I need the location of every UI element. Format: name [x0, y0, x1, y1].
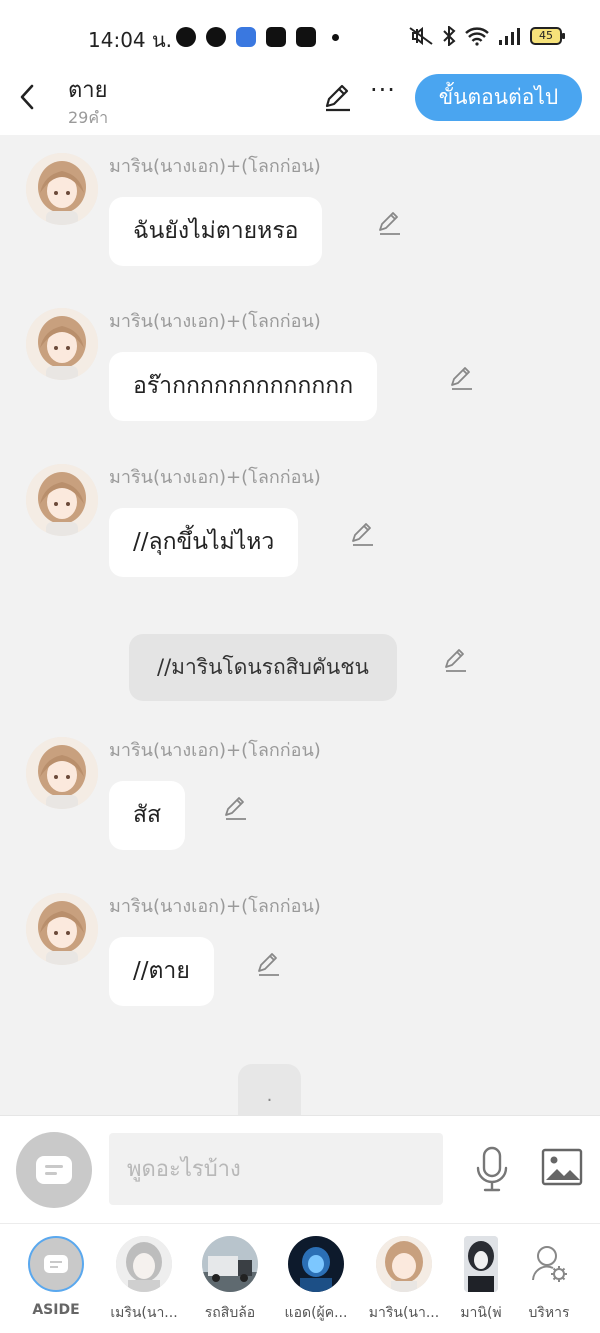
aside-toggle-button[interactable]	[16, 1132, 92, 1208]
character-label: มาริน(นา...	[368, 1305, 440, 1321]
edit-message-icon[interactable]	[377, 210, 403, 236]
back-arrow-icon[interactable]	[14, 82, 42, 112]
facebook-icon	[296, 27, 316, 47]
narration-bubble[interactable]: //มารินโดนรถสิบคันชน	[129, 634, 397, 701]
notification-icons	[176, 27, 339, 47]
chat-bubble-icon	[36, 1156, 72, 1184]
mute-icon	[409, 26, 433, 46]
character-label: บริหาร	[528, 1305, 570, 1321]
character-aside[interactable]: ASIDE	[16, 1236, 96, 1318]
character-label: รถสิบล้อ	[204, 1305, 256, 1321]
character-label: ASIDE	[32, 1302, 80, 1318]
word-count: 29คำ	[68, 108, 109, 127]
chat-header: ตาย 29คำ ··· ขั้นตอนต่อไป	[0, 72, 600, 135]
message-bubble[interactable]: อร๊ากกกกกกกกกกกกก	[109, 352, 378, 421]
line-icon	[176, 27, 196, 47]
image-upload-icon[interactable]	[541, 1148, 583, 1186]
character-selector: ASIDE เมริน(นา... รถสิบล้อ แอด(ผู้ค... ม…	[0, 1223, 600, 1333]
chat-area[interactable]: มาริน(นางเอก)+(โลกก่อน) ฉันยังไม่ตายหรอ …	[0, 135, 600, 1115]
bluetooth-icon	[443, 26, 456, 46]
character-label: เมริน(นา...	[110, 1305, 178, 1321]
more-options-icon[interactable]: ···	[370, 76, 396, 104]
system-icons: 45	[408, 26, 565, 46]
more-notifications-dot	[332, 33, 339, 41]
character-avatar	[288, 1236, 344, 1292]
messenger-icon	[206, 27, 226, 47]
character-avatar	[376, 1236, 432, 1292]
sender-name: มาริน(นางเอก)+(โลกก่อน)	[109, 896, 321, 917]
avatar[interactable]	[26, 737, 98, 809]
edit-message-icon[interactable]	[223, 795, 249, 821]
character-item[interactable]: แอด(ผู้ค...	[276, 1236, 356, 1324]
character-manage-button[interactable]: บริหาร	[509, 1236, 589, 1324]
status-time: 14:04 น.	[88, 28, 173, 52]
character-avatar	[116, 1236, 172, 1292]
message-input[interactable]	[109, 1133, 443, 1205]
character-label: แอด(ผู้ค...	[284, 1305, 348, 1321]
avatar[interactable]	[26, 464, 98, 536]
character-avatar	[202, 1236, 258, 1292]
character-item[interactable]: รถสิบล้อ	[190, 1236, 270, 1324]
typing-indicator: .	[238, 1064, 301, 1115]
avatar[interactable]	[26, 308, 98, 380]
avatar[interactable]	[26, 153, 98, 225]
wifi-icon	[465, 27, 489, 46]
signal-icon	[499, 28, 520, 45]
message-bubble[interactable]: สัส	[109, 781, 186, 850]
avatar[interactable]	[26, 893, 98, 965]
message-item: มาริน(นางเอก)+(โลกก่อน) //ตาย	[0, 875, 600, 1015]
manage-characters-icon	[521, 1236, 577, 1292]
sender-name: มาริน(นางเอก)+(โลกก่อน)	[109, 311, 321, 332]
edit-message-icon[interactable]	[449, 365, 475, 391]
message-item: มาริน(นางเอก)+(โลกก่อน) //ลุกขึ้นไม่ไหว	[0, 446, 600, 586]
microphone-icon[interactable]	[474, 1146, 510, 1192]
character-item[interactable]: มาริน(นา...	[364, 1236, 444, 1324]
status-bar: 14:04 น. 45	[0, 0, 600, 72]
message-input-bar	[0, 1115, 600, 1223]
edit-pencil-icon[interactable]	[322, 82, 354, 112]
sender-name: มาริน(นางเอก)+(โลกก่อน)	[109, 740, 321, 761]
sender-name: มาริน(นางเอก)+(โลกก่อน)	[109, 156, 321, 177]
message-item: มาริน(นางเอก)+(โลกก่อน) สัส	[0, 719, 600, 859]
character-item[interactable]: เมริน(นา...	[104, 1236, 184, 1324]
sender-name: มาริน(นางเอก)+(โลกก่อน)	[109, 467, 321, 488]
page-title: ตาย	[68, 78, 108, 103]
message-bubble[interactable]: //ลุกขึ้นไม่ไหว	[109, 508, 299, 577]
blue-app-icon	[236, 27, 256, 47]
edit-message-icon[interactable]	[443, 647, 469, 673]
edit-message-icon[interactable]	[256, 951, 282, 977]
character-avatar	[28, 1236, 84, 1292]
next-step-button[interactable]: ขั้นตอนต่อไป	[415, 74, 582, 121]
character-avatar	[464, 1236, 498, 1292]
battery-icon: 45	[530, 27, 565, 45]
message-bubble[interactable]: ฉันยังไม่ตายหรอ	[109, 197, 323, 266]
edit-message-icon[interactable]	[350, 521, 376, 547]
message-item: มาริน(นางเอก)+(โลกก่อน) ฉันยังไม่ตายหรอ	[0, 135, 600, 275]
message-item: มาริน(นางเอก)+(โลกก่อน) อร๊ากกกกกกกกกกกก…	[0, 290, 600, 430]
shopee-icon	[266, 27, 286, 47]
message-bubble[interactable]: //ตาย	[109, 937, 214, 1006]
